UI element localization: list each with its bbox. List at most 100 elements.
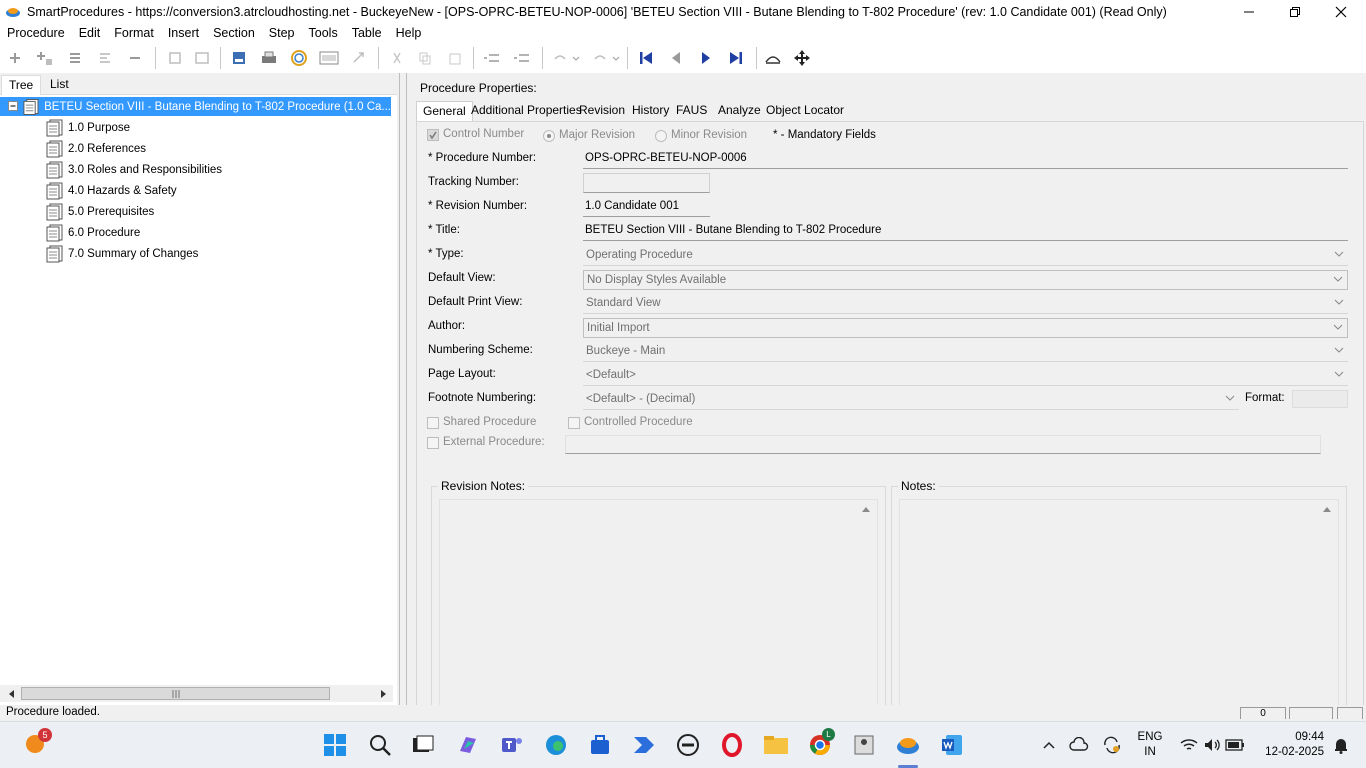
publish-icon[interactable]: [229, 48, 249, 68]
battery-icon[interactable]: [1220, 730, 1250, 760]
menu-tools[interactable]: Tools: [302, 26, 345, 40]
tracking-number-field[interactable]: [583, 173, 710, 193]
previous-record-icon[interactable]: [666, 48, 686, 68]
footnote-numbering-select[interactable]: <Default> - (Decimal): [583, 390, 1239, 410]
save-disabled-icon[interactable]: [165, 48, 185, 68]
menu-step[interactable]: Step: [262, 26, 302, 40]
minor-revision-radio[interactable]: [655, 130, 667, 142]
save-all-icon[interactable]: [192, 48, 212, 68]
tree-item[interactable]: 6.0 Procedure: [46, 223, 140, 242]
revision-notes-textarea[interactable]: [439, 499, 878, 706]
tab-analyze[interactable]: Analyze: [712, 101, 767, 121]
search-icon[interactable]: [365, 730, 395, 760]
web-view-icon[interactable]: [289, 48, 309, 68]
first-record-icon[interactable]: [636, 48, 656, 68]
page-layout-select[interactable]: <Default>: [583, 366, 1348, 386]
copilot-icon[interactable]: [453, 730, 483, 760]
align-icon[interactable]: [95, 48, 115, 68]
menu-insert[interactable]: Insert: [161, 26, 206, 40]
tab-object-locator[interactable]: Object Locator: [760, 101, 850, 121]
scroll-left-icon[interactable]: [8, 689, 16, 699]
remove-icon[interactable]: [125, 48, 145, 68]
list-icon[interactable]: [65, 48, 85, 68]
menu-section[interactable]: Section: [206, 26, 262, 40]
panel-splitter[interactable]: [399, 73, 407, 705]
tab-list[interactable]: List: [43, 75, 76, 95]
scrollbar-thumb[interactable]: [21, 687, 330, 700]
remote-app-icon[interactable]: [849, 730, 879, 760]
add-child-icon[interactable]: [35, 48, 55, 68]
tree-root-item[interactable]: BETEU Section VIII - Butane Blending to …: [0, 97, 391, 116]
scroll-up-icon[interactable]: [1322, 505, 1332, 513]
indent-icon[interactable]: [512, 48, 532, 68]
collapse-icon[interactable]: [8, 100, 19, 113]
restore-button[interactable]: [1272, 0, 1318, 23]
author-select[interactable]: Initial Import: [583, 318, 1348, 338]
tree-item[interactable]: 3.0 Roles and Responsibilities: [46, 160, 222, 179]
menu-table[interactable]: Table: [345, 26, 389, 40]
add-icon[interactable]: [5, 48, 25, 68]
tree-item[interactable]: 1.0 Purpose: [46, 118, 130, 137]
major-revision-radio[interactable]: [543, 130, 555, 142]
tab-tree[interactable]: Tree: [1, 75, 42, 95]
procedure-number-field[interactable]: OPS-OPRC-BETEU-NOP-0006: [583, 149, 1348, 169]
outdent-icon[interactable]: [482, 48, 502, 68]
scroll-up-icon[interactable]: [861, 505, 871, 513]
default-view-select[interactable]: No Display Styles Available: [583, 270, 1348, 290]
tab-faus[interactable]: FAUS: [670, 101, 713, 121]
close-button[interactable]: [1318, 0, 1364, 23]
tree-item[interactable]: 5.0 Prerequisites: [46, 202, 154, 221]
menu-edit[interactable]: Edit: [72, 26, 108, 40]
refresh-icon[interactable]: [349, 48, 369, 68]
edge-icon[interactable]: [541, 730, 571, 760]
horizontal-scrollbar[interactable]: [0, 685, 393, 702]
weather-icon[interactable]: 5: [20, 728, 52, 759]
print-icon[interactable]: [259, 48, 279, 68]
menu-help[interactable]: Help: [389, 26, 429, 40]
format-field[interactable]: [1292, 390, 1348, 408]
notifications-icon[interactable]: [1326, 730, 1356, 760]
opera-icon[interactable]: [717, 730, 747, 760]
undo-icon[interactable]: [550, 48, 582, 68]
tree-item[interactable]: 2.0 References: [46, 139, 146, 158]
title-field[interactable]: BETEU Section VIII - Butane Blending to …: [583, 221, 1348, 241]
controlled-procedure-checkbox[interactable]: [568, 417, 580, 429]
menu-procedure[interactable]: Procedure: [0, 26, 72, 40]
shared-procedure-checkbox[interactable]: [427, 417, 439, 429]
task-view-icon[interactable]: [408, 730, 438, 760]
clock[interactable]: 09:44 12-02-2025: [1252, 730, 1324, 760]
smartprocedures-taskbar-icon[interactable]: [893, 730, 923, 760]
cut-icon[interactable]: [387, 48, 407, 68]
tab-revision[interactable]: Revision: [573, 101, 631, 121]
notes-textarea[interactable]: [899, 499, 1339, 706]
chrome-icon[interactable]: L: [805, 728, 835, 760]
next-record-icon[interactable]: [696, 48, 716, 68]
external-procedure-checkbox[interactable]: [427, 437, 439, 449]
find-icon[interactable]: [763, 48, 783, 68]
dell-icon[interactable]: [673, 730, 703, 760]
store-icon[interactable]: [585, 730, 615, 760]
window-icon[interactable]: [319, 48, 339, 68]
redo-icon[interactable]: [590, 48, 622, 68]
menu-format[interactable]: Format: [107, 26, 161, 40]
start-icon[interactable]: [320, 730, 350, 760]
type-select[interactable]: Operating Procedure: [583, 246, 1348, 266]
tab-history[interactable]: History: [626, 101, 675, 121]
tree-item[interactable]: 7.0 Summary of Changes: [46, 244, 198, 263]
file-explorer-icon[interactable]: [761, 730, 791, 760]
cloud-sync-icon[interactable]: [1064, 730, 1094, 760]
revision-number-field[interactable]: 1.0 Candidate 001: [583, 197, 710, 217]
word-icon[interactable]: [937, 730, 967, 760]
power-automate-icon[interactable]: [629, 730, 659, 760]
numbering-scheme-select[interactable]: Buckeye - Main: [583, 342, 1348, 362]
minimize-button[interactable]: [1226, 0, 1272, 23]
last-record-icon[interactable]: [726, 48, 746, 68]
external-procedure-field[interactable]: [565, 435, 1321, 454]
control-number-checkbox[interactable]: [427, 129, 439, 141]
default-print-view-select[interactable]: Standard View: [583, 294, 1348, 314]
language-indicator[interactable]: ENG IN: [1130, 730, 1170, 760]
scroll-right-icon[interactable]: [379, 689, 387, 699]
teams-icon[interactable]: [497, 730, 527, 760]
tab-additional-properties[interactable]: Additional Properties: [465, 101, 588, 121]
sync-icon[interactable]: [1097, 730, 1127, 760]
